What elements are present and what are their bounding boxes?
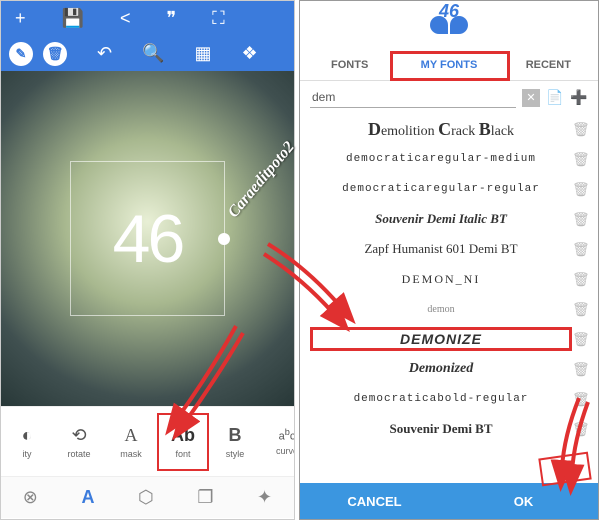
font-row[interactable]: demon🗑 — [300, 294, 598, 324]
font-name-label: Zapf Humanist 601 Demi BT — [310, 241, 572, 257]
ok-button[interactable]: OK — [449, 483, 598, 519]
cancel-button[interactable]: CANCEL — [300, 483, 449, 519]
font-name-label: Souvenir Demi Italic BT — [310, 211, 572, 227]
import-font-icon[interactable]: 📄 — [546, 89, 564, 107]
font-name-label: DemocraticaBold-Regular — [310, 393, 572, 405]
font-picker-panel: 46 FONTS MY FONTS RECENT ✕ 📄 ➕ Demolitio… — [299, 0, 599, 520]
delete-font-icon[interactable]: 🗑 — [572, 391, 588, 408]
text-selection-frame[interactable]: 46 — [70, 161, 225, 316]
add-font-icon[interactable]: ➕ — [570, 89, 588, 107]
font-search-row: ✕ 📄 ➕ — [300, 81, 598, 114]
font-search-input[interactable] — [310, 87, 516, 108]
delete-font-icon[interactable]: 🗑 — [572, 451, 588, 453]
undo-icon[interactable]: ↶ — [97, 43, 112, 64]
save-icon[interactable]: 💾 — [62, 8, 84, 29]
quote-icon[interactable]: ❞ — [166, 8, 176, 29]
font-name-label: DEMON_NI — [310, 272, 572, 287]
font-row[interactable]: Demonized🗑 — [300, 354, 598, 384]
canvas-text[interactable]: 46 — [113, 200, 183, 278]
delete-font-icon[interactable]: 🗑 — [572, 331, 588, 348]
font-row[interactable]: Zapf Humanist 601 Demi BT🗑 — [300, 234, 598, 264]
nav-text-icon[interactable]: A — [81, 487, 94, 508]
tab-recent[interactable]: RECENT — [499, 53, 598, 77]
tool-strip: ◐ity ⟲rotate Amask Abfont Bstyle abccurv… — [1, 406, 294, 476]
dialog-header: 46 — [300, 1, 598, 49]
font-name-label: Souvenir Demi BT — [310, 421, 572, 437]
font-name-label: Demolition Crack Black — [310, 119, 572, 140]
nav-shapes-icon[interactable]: ⬡ — [138, 487, 154, 508]
font-tabs: FONTS MY FONTS RECENT — [300, 49, 598, 81]
font-name-label: demon — [310, 304, 572, 315]
tool-font[interactable]: Abfont — [157, 413, 209, 471]
font-row[interactable]: Demolition Crack Black🗑 — [300, 114, 598, 144]
delete-font-icon[interactable]: 🗑 — [572, 121, 588, 138]
delete-font-icon[interactable]: 🗑 — [572, 271, 588, 288]
nav-filters-icon[interactable]: ⊗ — [23, 487, 38, 508]
delete-font-icon[interactable]: 🗑 — [572, 151, 588, 168]
tab-fonts[interactable]: FONTS — [300, 53, 399, 77]
top-toolbar: + 💾 < ❞ ⛶ ✎ 🗑 ↶ 🔍 ▦ ❖ — [1, 1, 294, 71]
app-logo: 46 — [430, 16, 468, 34]
font-name-label: DEMONIZE — [310, 327, 572, 351]
font-row[interactable]: DemocraticaBold-Regular🗑 — [300, 384, 598, 414]
tab-my-fonts[interactable]: MY FONTS — [399, 53, 498, 77]
tool-opacity[interactable]: ◐ity — [1, 413, 53, 471]
tool-rotate[interactable]: ⟲rotate — [53, 413, 105, 471]
delete-font-icon[interactable]: 🗑 — [572, 181, 588, 198]
canvas[interactable]: 46 Caraeditpoto2 — [1, 71, 294, 406]
clear-search-icon[interactable]: ✕ — [522, 89, 540, 107]
font-row[interactable]: Baraaki Demo Mix🗑 — [300, 444, 598, 452]
font-name-label: DemocraticaRegular-Medium — [310, 153, 572, 165]
font-row[interactable]: DEMONIZE🗑 — [300, 324, 598, 354]
delete-font-icon[interactable]: 🗑 — [572, 241, 588, 258]
share-icon[interactable]: < — [120, 8, 131, 29]
font-row[interactable]: DEMON_NI🗑 — [300, 264, 598, 294]
delete-font-icon[interactable]: 🗑 — [572, 301, 588, 318]
font-name-label: DemocraticaRegular-Regular — [310, 183, 572, 195]
watermark: Caraeditpoto2 — [224, 138, 298, 221]
delete-font-icon[interactable]: 🗑 — [572, 421, 588, 438]
font-name-label: Demonized — [310, 361, 572, 377]
edit-icon[interactable]: ✎ — [9, 42, 33, 66]
dialog-buttons: CANCEL OK — [300, 483, 598, 519]
delete-icon[interactable]: 🗑 — [43, 42, 67, 66]
font-row[interactable]: DemocraticaRegular-Medium🗑 — [300, 144, 598, 174]
delete-font-icon[interactable]: 🗑 — [572, 361, 588, 378]
nav-copy-icon[interactable]: ❐ — [197, 487, 213, 508]
font-row[interactable]: Souvenir Demi BT🗑 — [300, 414, 598, 444]
tool-curve[interactable]: abccurve — [261, 413, 294, 471]
tool-mask[interactable]: Amask — [105, 413, 157, 471]
zoom-icon[interactable]: 🔍 — [142, 43, 164, 64]
tool-style[interactable]: Bstyle — [209, 413, 261, 471]
resize-handle[interactable] — [218, 233, 230, 245]
font-name-label: Baraaki Demo Mix — [310, 451, 572, 452]
layers-icon[interactable]: ❖ — [242, 43, 258, 64]
expand-icon[interactable]: ⛶ — [212, 8, 225, 29]
font-list[interactable]: Demolition Crack Black🗑DemocraticaRegula… — [300, 114, 598, 452]
bottom-nav: ⊗ A ⬡ ❐ ✦ — [1, 476, 294, 518]
nav-effects-icon[interactable]: ✦ — [257, 487, 272, 508]
editor-panel: + 💾 < ❞ ⛶ ✎ 🗑 ↶ 🔍 ▦ ❖ 46 Caraeditpoto2 — [0, 0, 295, 520]
grid-icon[interactable]: ▦ — [195, 43, 212, 64]
font-row[interactable]: DemocraticaRegular-Regular🗑 — [300, 174, 598, 204]
delete-font-icon[interactable]: 🗑 — [572, 211, 588, 228]
add-icon[interactable]: + — [15, 8, 26, 29]
font-row[interactable]: Souvenir Demi Italic BT🗑 — [300, 204, 598, 234]
annotation-highlight-ok — [538, 452, 591, 487]
